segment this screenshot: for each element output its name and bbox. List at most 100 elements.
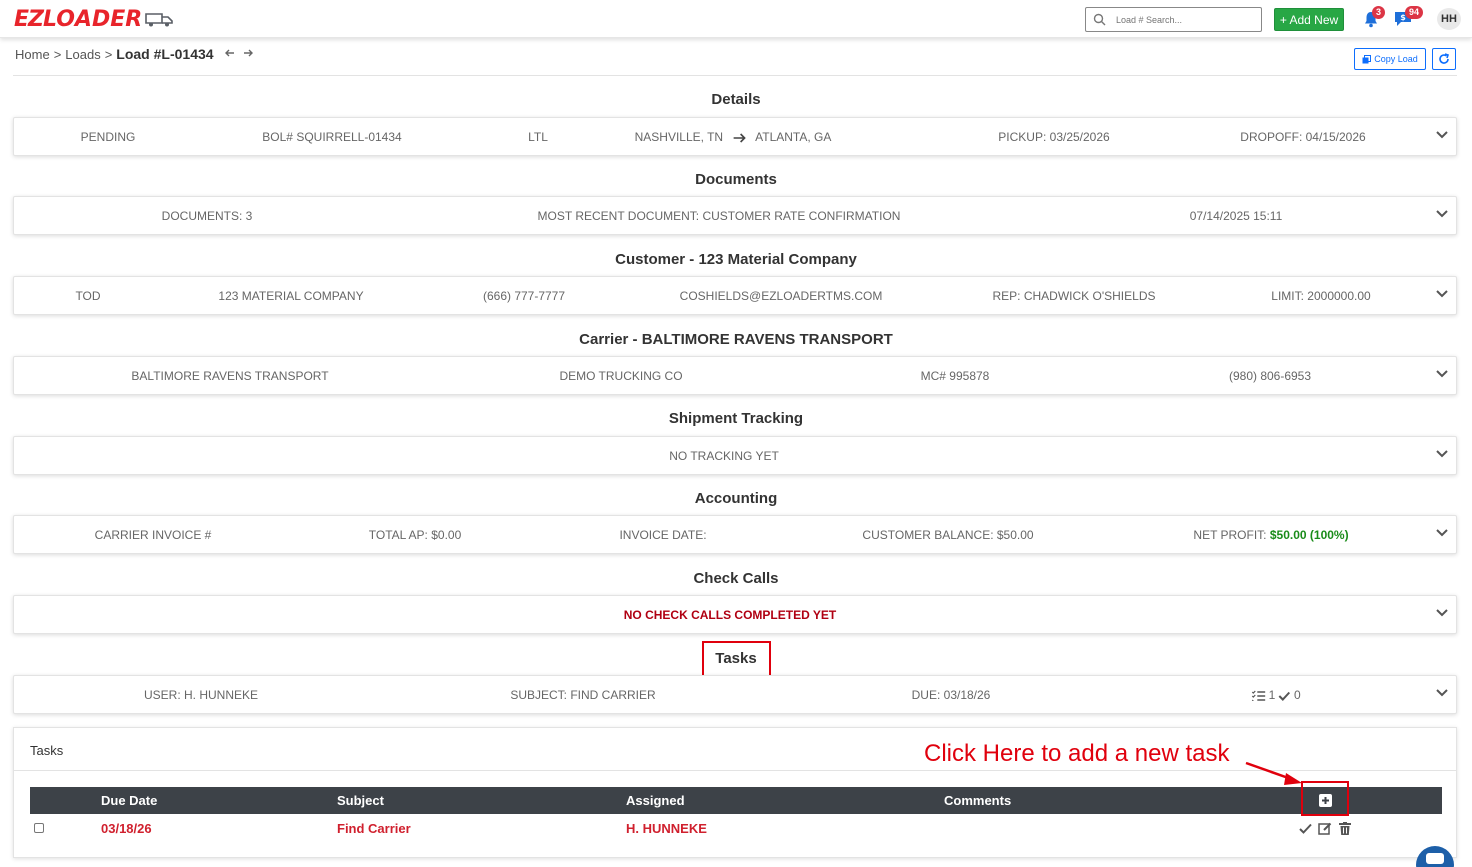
tasks-panel-header: Tasks: [14, 728, 1456, 771]
tracking-card[interactable]: NO TRACKING YET: [13, 436, 1457, 475]
add-task-annotation: Click Here to add a new task: [924, 740, 1230, 767]
check-calls-card[interactable]: NO CHECK CALLS COMPLETED YET: [13, 595, 1457, 634]
carrier-name: BALTIMORE RAVENS TRANSPORT: [131, 369, 329, 383]
messages-badge: 94: [1405, 6, 1424, 19]
carrier-phone: (980) 806-6953: [1228, 369, 1312, 383]
tasks-panel-title: Tasks: [30, 743, 64, 758]
recent-document: MOST RECENT DOCUMENT: CUSTOMER RATE CONF…: [537, 209, 901, 223]
bol-number: BOL# SQUIRRELL-01434: [262, 130, 402, 144]
chevron-down-icon[interactable]: [1436, 369, 1448, 379]
carrier-mc: MC# 995878: [920, 369, 990, 383]
task-counts: 1 0: [1251, 676, 1301, 715]
trash-icon[interactable]: [1339, 822, 1351, 835]
document-timestamp: 07/14/2025 15:11: [1189, 209, 1283, 223]
breadcrumb-separator: >: [53, 46, 62, 62]
check-calls-title: Check Calls: [693, 570, 779, 587]
customer-phone: (666) 777-7777: [482, 289, 566, 303]
chevron-down-icon[interactable]: [1436, 528, 1448, 538]
tracking-title: Shipment Tracking: [668, 410, 804, 427]
row-assigned: H. HUNNEKE: [626, 821, 707, 836]
column-due-date[interactable]: Due Date: [101, 793, 157, 808]
carrier-card[interactable]: BALTIMORE RAVENS TRANSPORT DEMO TRUCKING…: [13, 356, 1457, 395]
carrier-title: Carrier - BALTIMORE RAVENS TRANSPORT: [579, 331, 893, 348]
edit-icon[interactable]: [1318, 822, 1332, 835]
customer-email: COSHIELDS@EZLOADERTMS.COM: [679, 289, 883, 303]
column-subject[interactable]: Subject: [337, 793, 384, 808]
check-icon: [1278, 691, 1291, 701]
refresh-icon: [1439, 53, 1450, 64]
chevron-down-icon[interactable]: [1436, 688, 1448, 698]
row-subject: Find Carrier: [337, 821, 411, 836]
app-logo[interactable]: EZ LOADER: [14, 6, 174, 32]
search-input[interactable]: [1116, 11, 1256, 28]
header-divider: [13, 75, 1457, 76]
tasks-table-header: Due Date Subject Assigned Comments: [30, 787, 1442, 814]
customer-card[interactable]: TOD 123 MATERIAL COMPANY (666) 777-7777 …: [13, 276, 1457, 315]
documents-card[interactable]: DOCUMENTS: 3 MOST RECENT DOCUMENT: CUSTO…: [13, 196, 1457, 235]
search-icon: [1093, 13, 1106, 26]
check-calls-status: NO CHECK CALLS COMPLETED YET: [623, 608, 837, 622]
customer-title: Customer - 123 Material Company: [615, 251, 857, 268]
pickup-date: PICKUP: 03/25/2026: [998, 130, 1110, 144]
load-mode: LTL: [528, 130, 548, 144]
column-assigned[interactable]: Assigned: [626, 793, 685, 808]
column-comments[interactable]: Comments: [944, 793, 1011, 808]
chat-widget-button[interactable]: [1416, 846, 1454, 867]
table-row[interactable]: 03/18/26 Find Carrier H. HUNNEKE: [30, 816, 1442, 842]
customer-rep: REP: CHADWICK O'SHIELDS: [992, 289, 1156, 303]
breadcrumb-loads[interactable]: Loads: [65, 47, 100, 62]
customer-terms: TOD: [75, 289, 101, 303]
complete-task-icon[interactable]: [1299, 823, 1312, 834]
route-destination: ATLANTA, GA: [755, 130, 832, 144]
load-status: PENDING: [80, 130, 136, 144]
add-task-highlight-box: [1301, 781, 1349, 816]
task-open-count: 1: [1268, 688, 1276, 702]
details-title: Details: [711, 91, 761, 108]
copy-load-button[interactable]: Copy Load: [1354, 48, 1426, 70]
previous-load-icon[interactable]: [224, 47, 236, 62]
refresh-button[interactable]: [1432, 48, 1456, 70]
task-done-count: 0: [1294, 688, 1301, 702]
total-ap: TOTAL AP: $0.00: [368, 528, 462, 542]
user-avatar[interactable]: HH: [1437, 8, 1461, 30]
breadcrumb-current: Load #L-01434: [116, 46, 214, 62]
accounting-title: Accounting: [694, 490, 778, 507]
row-checkbox[interactable]: [34, 823, 44, 833]
notifications-button[interactable]: 3: [1362, 6, 1386, 31]
net-profit: NET PROFIT: $50.00 (100%): [1193, 516, 1348, 555]
net-profit-label: NET PROFIT:: [1193, 528, 1267, 542]
accounting-card[interactable]: CARRIER INVOICE # TOTAL AP: $0.00 INVOIC…: [13, 515, 1457, 554]
chevron-down-icon[interactable]: [1436, 289, 1448, 299]
customer-name: 123 MATERIAL COMPANY: [218, 289, 364, 303]
details-card[interactable]: PENDING BOL# SQUIRRELL-01434 LTL NASHVIL…: [13, 117, 1457, 156]
breadcrumb-home[interactable]: Home: [15, 47, 50, 62]
next-load-icon[interactable]: [242, 47, 254, 62]
customer-balance: CUSTOMER BALANCE: $50.00: [862, 528, 1034, 542]
breadcrumb: Home > Loads > Load #L-01434: [15, 46, 254, 62]
annotation-arrow-icon: [1245, 761, 1302, 785]
tasks-highlight-box: [702, 641, 771, 679]
row-due-date: 03/18/26: [101, 821, 152, 836]
chevron-down-icon[interactable]: [1436, 209, 1448, 219]
chevron-down-icon[interactable]: [1436, 449, 1448, 459]
task-due: DUE: 03/18/26: [911, 688, 991, 702]
chevron-down-icon[interactable]: [1436, 608, 1448, 618]
load-search[interactable]: [1085, 7, 1262, 32]
notifications-badge: 3: [1372, 6, 1386, 19]
truck-icon: [145, 13, 173, 27]
logo-ez-text: EZ: [14, 6, 44, 32]
tracking-status: NO TRACKING YET: [669, 449, 779, 463]
carrier-invoice: CARRIER INVOICE #: [94, 528, 212, 542]
net-profit-value: $50.00 (100%): [1269, 528, 1349, 542]
tasks-summary-card[interactable]: USER: H. HUNNEKE SUBJECT: FIND CARRIER D…: [13, 675, 1457, 714]
messages-button[interactable]: $ 94: [1393, 6, 1424, 31]
dropoff-date: DROPOFF: 04/15/2026: [1240, 130, 1366, 144]
breadcrumb-separator: >: [104, 46, 113, 62]
copy-icon: [1362, 54, 1372, 63]
top-nav: EZLOADER + Add New 3 $ 94 HH: [0, 0, 1472, 38]
copy-load-label: Copy Load: [1374, 54, 1418, 64]
chevron-down-icon[interactable]: [1436, 130, 1448, 140]
task-list-icon: [1251, 690, 1266, 702]
add-new-button[interactable]: + Add New: [1274, 8, 1344, 31]
task-subject: SUBJECT: FIND CARRIER: [510, 688, 656, 702]
